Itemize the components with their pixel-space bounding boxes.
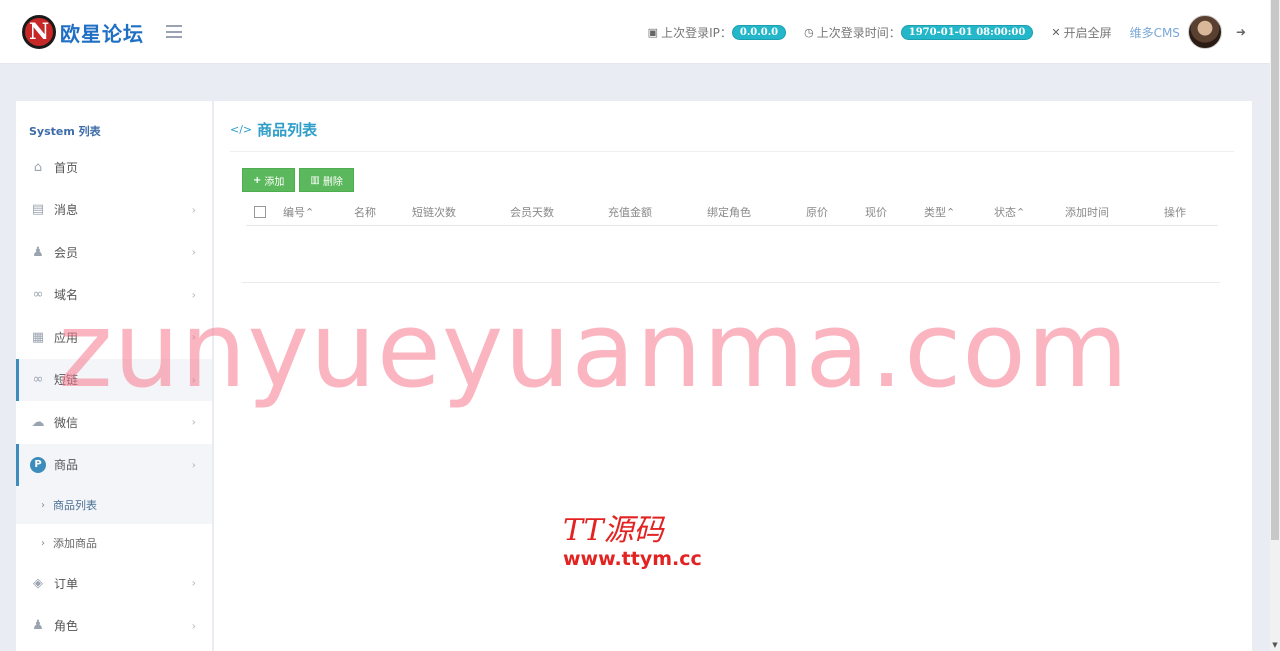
watermark-logo-top: TT源码	[563, 513, 664, 548]
sidebar-subitem-add-product[interactable]: › 添加商品	[16, 524, 212, 562]
fullscreen-label: 开启全屏	[1063, 25, 1112, 40]
monitor-icon: ▣	[647, 25, 659, 39]
sidebar-item-label: 角色	[54, 619, 79, 634]
last-ip-label: 上次登录IP：	[661, 25, 732, 40]
page-title: </> 商品列表	[230, 119, 317, 140]
sidebar-title: System 列表	[29, 125, 101, 138]
sidebar-item-label: 订单	[54, 576, 79, 591]
select-all-checkbox[interactable]	[254, 206, 266, 218]
sidebar-item-products[interactable]: P 商品 ›	[16, 443, 212, 486]
delete-button-label: 删除	[322, 176, 343, 188]
sidebar-item-orders[interactable]: ◈ 订单 ›	[16, 562, 212, 605]
title-divider	[230, 151, 1234, 152]
last-time-label: 上次登录时间：	[816, 25, 901, 40]
sidebar-item-home[interactable]: ⌂ 首页	[16, 146, 212, 189]
sidebar-item-label: 商品	[54, 458, 79, 473]
site-logo[interactable]: N 欧星论坛	[22, 14, 144, 50]
chevron-right-icon: ›	[191, 415, 196, 429]
sidebar-subitem-label: 添加商品	[53, 537, 97, 550]
sidebar-item-messages[interactable]: ▤ 消息 ›	[16, 189, 212, 232]
sidebar-item-label: 首页	[54, 160, 79, 175]
sidebar-subitem-label: 商品列表	[53, 499, 97, 512]
gift-icon: ▦	[31, 329, 45, 345]
chevron-right-icon: ›	[191, 245, 196, 259]
watermark-text: zunyueyuanma.com	[58, 289, 1130, 411]
user-name[interactable]: 维多CMS	[1130, 24, 1180, 41]
column-header: 操作	[1164, 206, 1186, 219]
last-ip-badge: 0.0.0.0	[731, 24, 787, 40]
sidebar-item-roles[interactable]: ♟ 角色 ›	[16, 605, 212, 648]
sidebar-item-label: 微信	[54, 415, 79, 430]
user-icon: ♟	[32, 618, 44, 634]
delete-button[interactable]: ▥ 删除	[299, 168, 354, 192]
plus-icon: +	[253, 174, 262, 186]
watermark-logo: TT源码 www.ttym.cc	[563, 513, 702, 571]
chevron-right-icon: ›	[191, 458, 196, 472]
chevron-right-icon: ›	[191, 619, 196, 633]
sidebar-subitem-product-list[interactable]: › 商品列表	[16, 486, 212, 524]
sidebar-item-label: 会员	[54, 245, 79, 260]
add-button-label: 添加	[264, 176, 285, 188]
column-header: 现价	[865, 206, 887, 219]
toolbar: + 添加 ▥ 删除	[242, 168, 358, 192]
avatar[interactable]	[1187, 15, 1222, 49]
fullscreen-button[interactable]: ✕ 开启全屏	[1051, 24, 1111, 41]
column-header[interactable]: 编号⌃	[283, 204, 314, 220]
home-icon: ⌂	[33, 159, 43, 175]
logo-mark: N	[22, 15, 56, 49]
menu-toggle-icon[interactable]	[166, 25, 182, 38]
link-icon: ∞	[32, 372, 44, 388]
column-header: 绑定角色	[707, 206, 751, 219]
table-bottom-border	[242, 282, 1220, 283]
expand-icon: ✕	[1051, 25, 1061, 39]
add-button[interactable]: + 添加	[242, 168, 296, 192]
column-header: 添加时间	[1065, 206, 1109, 219]
page-title-text: 商品列表	[257, 121, 318, 139]
trash-icon: ▥	[310, 174, 320, 186]
chevron-right-icon: ›	[191, 203, 196, 217]
sidebar-item-label: 消息	[54, 203, 79, 218]
last-login-ip: ▣ 上次登录IP： 0.0.0.0	[647, 24, 787, 41]
chevron-right-icon: ›	[191, 576, 196, 590]
document-icon: ▤	[31, 202, 45, 218]
column-header: 充值金额	[608, 206, 652, 219]
scrollbar-thumb[interactable]	[1271, 0, 1279, 540]
page-scrollbar[interactable]: ▼	[1270, 0, 1280, 651]
product-p-icon: P	[30, 456, 46, 473]
chevron-right-icon: ›	[41, 499, 45, 511]
wechat-icon: ☁	[31, 414, 45, 430]
logout-icon[interactable]: ➜	[1236, 25, 1246, 39]
code-icon: </>	[230, 123, 253, 136]
top-header: N 欧星论坛 ▣ 上次登录IP： 0.0.0.0 ◷ 上次登录时间： 1970-…	[0, 0, 1270, 64]
column-header: 短链次数	[412, 206, 456, 219]
column-header: 会员天数	[510, 206, 554, 219]
column-header[interactable]: 类型⌃	[924, 204, 955, 220]
chevron-right-icon: ›	[41, 537, 45, 549]
column-header: 原价	[806, 206, 828, 219]
column-header: 名称	[354, 206, 376, 219]
scroll-down-icon[interactable]: ▼	[1270, 639, 1280, 651]
link-icon: ∞	[32, 287, 44, 303]
last-time-badge: 1970-01-01 08:00:00	[900, 24, 1034, 40]
header-right: ▣ 上次登录IP： 0.0.0.0 ◷ 上次登录时间： 1970-01-01 0…	[630, 0, 1246, 64]
last-login-time: ◷ 上次登录时间： 1970-01-01 08:00:00	[804, 24, 1034, 41]
logo-text: 欧星论坛	[60, 21, 144, 46]
watermark-logo-bottom: www.ttym.cc	[563, 548, 702, 570]
sidebar-item-members[interactable]: ♟ 会员 ›	[16, 231, 212, 274]
table-header: 编号⌃ 名称 短链次数 会员天数 充值金额 绑定角色 原价 现价 类型⌃ 状态⌃…	[246, 199, 1218, 226]
cube-icon: ◈	[33, 575, 43, 591]
user-icon: ♟	[32, 244, 44, 260]
column-header[interactable]: 状态⌃	[994, 204, 1025, 220]
clock-icon: ◷	[804, 25, 814, 39]
